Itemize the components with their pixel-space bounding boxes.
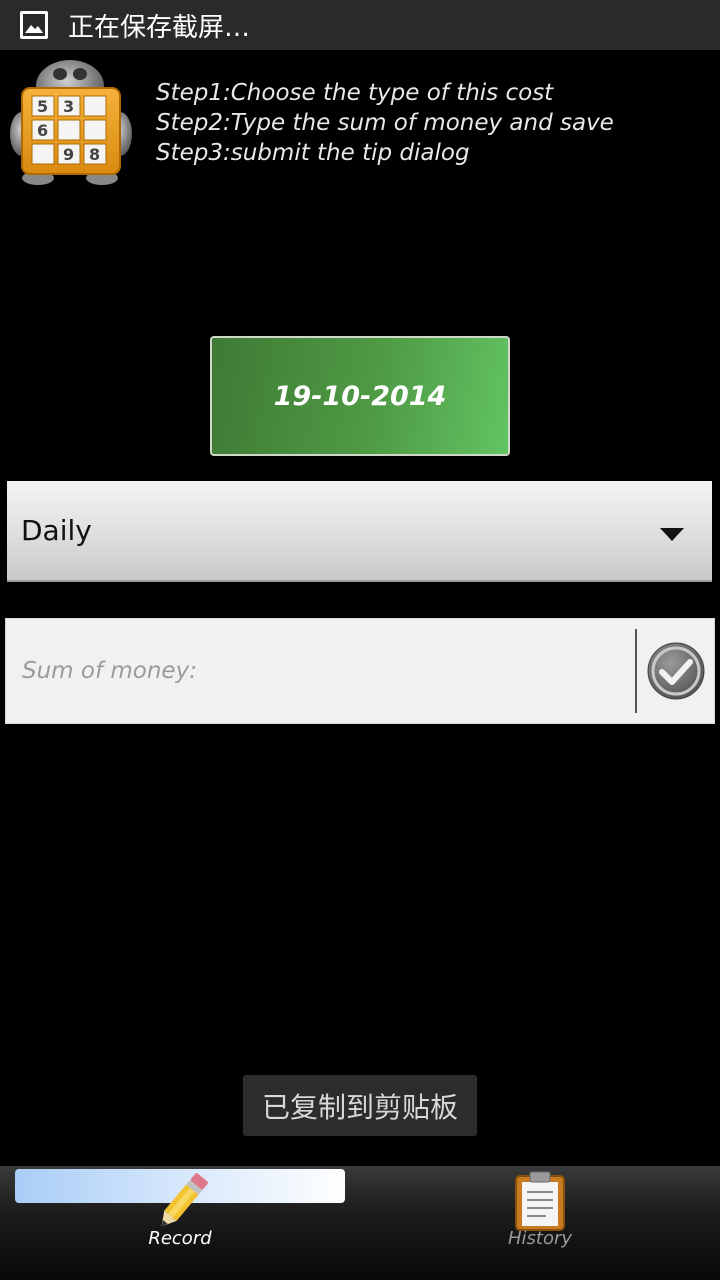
date-button[interactable]: 19-10-2014	[210, 336, 510, 456]
step-2-text: Step2:Type the sum of money and save	[156, 110, 614, 136]
svg-text:6: 6	[37, 121, 48, 140]
cost-type-value: Daily	[21, 514, 92, 547]
dropdown-arrow-icon	[660, 528, 684, 541]
check-icon	[647, 642, 705, 700]
pencil-icon	[161, 1173, 208, 1227]
svg-text:5: 5	[37, 97, 48, 116]
svg-text:3: 3	[63, 97, 74, 116]
money-input-row	[5, 618, 715, 724]
status-bar: 正在保存截屏…	[0, 0, 720, 50]
instructions: Step1:Choose the type of this cost Step2…	[156, 78, 614, 168]
svg-text:8: 8	[89, 145, 100, 164]
tab-history-label: History	[507, 1228, 573, 1249]
image-icon	[20, 11, 48, 39]
tab-record[interactable]: Record	[0, 1166, 360, 1280]
sudoku-robot-icon: 5 3 6 9 8	[8, 56, 134, 186]
status-text: 正在保存截屏…	[68, 12, 251, 43]
tab-record-label: Record	[148, 1228, 212, 1249]
clipboard-icon	[515, 1171, 565, 1231]
cost-type-spinner[interactable]: Daily	[7, 481, 712, 582]
bottom-tab-bar: Record History	[0, 1166, 720, 1280]
step-3-text: Step3:submit the tip dialog	[156, 140, 470, 166]
divider	[635, 629, 637, 713]
submit-button[interactable]	[646, 641, 706, 701]
tab-history[interactable]: History	[360, 1166, 720, 1280]
toast-message: 已复制到剪贴板	[243, 1075, 477, 1136]
svg-text:9: 9	[63, 145, 74, 164]
sum-of-money-input[interactable]	[6, 619, 634, 723]
step-1-text: Step1:Choose the type of this cost	[156, 80, 554, 106]
